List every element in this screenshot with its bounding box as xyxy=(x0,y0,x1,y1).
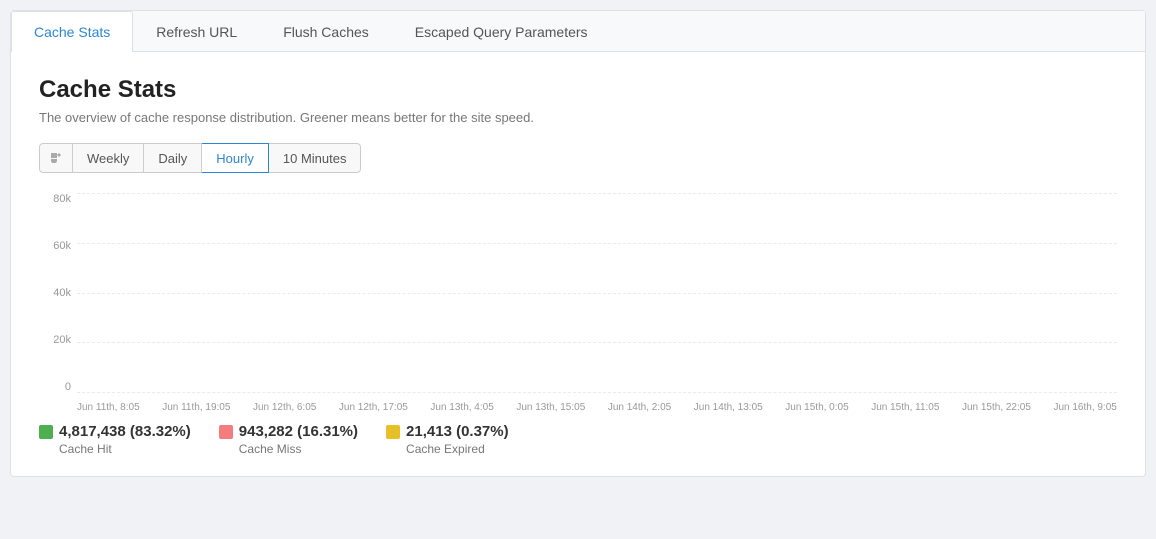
x-axis: Jun 11th, 8:05 Jun 11th, 19:05 Jun 12th, 6… xyxy=(77,402,1117,413)
x-label: Jun 13th, 4:05 xyxy=(430,402,493,413)
period-controls: Weekly Daily Hourly 10 Minutes xyxy=(39,143,1117,173)
x-label: Jun 15th, 11:05 xyxy=(871,402,939,413)
x-label: Jun 12th, 17:05 xyxy=(339,402,408,413)
legend-miss-box xyxy=(219,425,233,439)
legend-miss-row: 943,282 (16.31%) xyxy=(219,423,358,440)
x-label: Jun 11th, 8:05 xyxy=(77,402,140,413)
legend-hit-box xyxy=(39,425,53,439)
page-subtitle: The overview of cache response distribut… xyxy=(39,110,1117,125)
x-label: Jun 15th, 22:05 xyxy=(962,402,1031,413)
x-label: Jun 14th, 13:05 xyxy=(694,402,763,413)
y-label-20k: 20k xyxy=(53,334,71,346)
period-weekly-button[interactable]: Weekly xyxy=(73,143,144,173)
x-label: Jun 15th, 0:05 xyxy=(785,402,848,413)
bars-wrapper xyxy=(77,193,1117,413)
page-title: Cache Stats xyxy=(39,76,1117,104)
y-label-40k: 40k xyxy=(53,287,71,299)
legend-expired-label: Cache Expired xyxy=(406,442,509,456)
y-label-80k: 80k xyxy=(53,193,71,205)
tab-refresh-url[interactable]: Refresh URL xyxy=(133,11,260,52)
tab-flush-caches[interactable]: Flush Caches xyxy=(260,11,392,52)
legend-miss-value: 943,282 (16.31%) xyxy=(239,423,358,440)
y-label-0: 0 xyxy=(65,381,71,393)
period-icon[interactable] xyxy=(39,143,73,173)
x-label: Jun 12th, 6:05 xyxy=(253,402,316,413)
legend-hit-value: 4,817,438 (83.32%) xyxy=(59,423,191,440)
legend-hit-label: Cache Hit xyxy=(59,442,191,456)
x-label: Jun 14th, 2:05 xyxy=(608,402,671,413)
chart-inner: 80k 60k 40k 20k 0 xyxy=(39,193,1117,413)
tab-cache-stats[interactable]: Cache Stats xyxy=(11,11,133,52)
content-area: Cache Stats The overview of cache respon… xyxy=(11,52,1145,476)
x-label: Jun 11th, 19:05 xyxy=(162,402,230,413)
chart-area: 80k 60k 40k 20k 0 xyxy=(39,193,1117,413)
legend: 4,817,438 (83.32%) Cache Hit 943,282 (16… xyxy=(39,423,1117,456)
legend-expired-value: 21,413 (0.37%) xyxy=(406,423,509,440)
period-hourly-button[interactable]: Hourly xyxy=(202,143,269,173)
legend-cache-hit: 4,817,438 (83.32%) Cache Hit xyxy=(39,423,191,456)
legend-hit-row: 4,817,438 (83.32%) xyxy=(39,423,191,440)
main-container: Cache Stats Refresh URL Flush Caches Esc… xyxy=(10,10,1146,477)
legend-miss-label: Cache Miss xyxy=(239,442,358,456)
legend-cache-expired: 21,413 (0.37%) Cache Expired xyxy=(386,423,509,456)
x-label: Jun 16th, 9:05 xyxy=(1053,402,1116,413)
tabs-bar: Cache Stats Refresh URL Flush Caches Esc… xyxy=(11,11,1145,52)
brush-icon xyxy=(49,151,63,165)
legend-expired-box xyxy=(386,425,400,439)
legend-expired-row: 21,413 (0.37%) xyxy=(386,423,509,440)
y-label-60k: 60k xyxy=(53,240,71,252)
bars-container: Jun 11th, 8:05 Jun 11th, 19:05 Jun 12th, 6… xyxy=(77,193,1117,413)
tab-escaped-query-parameters[interactable]: Escaped Query Parameters xyxy=(392,11,611,52)
x-label: Jun 13th, 15:05 xyxy=(516,402,585,413)
period-10minutes-button[interactable]: 10 Minutes xyxy=(269,143,362,173)
period-daily-button[interactable]: Daily xyxy=(144,143,202,173)
y-axis: 80k 60k 40k 20k 0 xyxy=(39,193,77,413)
legend-cache-miss: 943,282 (16.31%) Cache Miss xyxy=(219,423,358,456)
